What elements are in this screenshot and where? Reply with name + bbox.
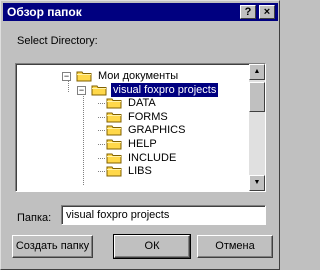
tree-item-label: Мои документы xyxy=(98,70,179,82)
folder-icon xyxy=(106,97,122,109)
open-folder-icon xyxy=(76,70,92,82)
tree-item-label: visual foxpro projects xyxy=(109,81,220,98)
scroll-thumb[interactable] xyxy=(249,82,265,112)
select-directory-prompt: Select Directory: xyxy=(17,35,98,47)
tree-connector xyxy=(68,80,69,92)
window-title: Обзор папок xyxy=(7,5,82,19)
tree-item-label: INCLUDE xyxy=(128,151,177,164)
scroll-up-arrow-icon[interactable]: ▲ xyxy=(249,64,265,80)
tree-connector xyxy=(98,116,105,118)
tree-scrollbar[interactable]: ▲ ▼ xyxy=(249,64,265,191)
ok-button[interactable]: ОК xyxy=(113,234,191,259)
collapse-toggle-icon[interactable]: − xyxy=(62,72,71,81)
tree-item-label: DATA xyxy=(128,97,156,110)
folder-icon xyxy=(106,138,122,150)
tree-connector xyxy=(98,144,105,145)
tree-connector xyxy=(98,171,105,173)
open-folder-icon xyxy=(91,84,107,96)
title-bar[interactable]: Обзор папок ? × xyxy=(3,3,278,21)
close-button[interactable]: × xyxy=(259,5,275,19)
folder-name-field[interactable]: visual foxpro projects xyxy=(61,205,266,225)
collapse-toggle-icon[interactable]: − xyxy=(77,85,86,95)
tree-item-label: GRAPHICS xyxy=(128,124,186,137)
cancel-button[interactable]: Отмена xyxy=(197,235,273,258)
tree-connector xyxy=(98,157,105,159)
folder-icon xyxy=(106,124,122,136)
new-folder-button[interactable]: Создать папку xyxy=(12,235,93,258)
folder-tree[interactable]: Мои документы − visual foxpro projects − DAT… xyxy=(15,63,266,192)
tree-item-label: LIBS xyxy=(128,165,152,178)
scroll-down-arrow-icon[interactable]: ▼ xyxy=(249,175,265,191)
folder-icon xyxy=(106,152,122,164)
tree-item-label: HELP xyxy=(128,138,157,150)
tree-connector xyxy=(98,130,105,132)
tree-connector xyxy=(98,103,105,105)
help-button[interactable]: ? xyxy=(240,5,256,19)
folder-icon xyxy=(106,165,122,177)
folder-icon xyxy=(106,111,122,123)
tree-item-label: FORMS xyxy=(128,110,168,123)
tree-connector xyxy=(83,94,84,185)
browse-folder-dialog: Обзор папок ? × Select Directory: Мои до… xyxy=(0,0,280,270)
folder-label: Папка: xyxy=(17,212,52,224)
